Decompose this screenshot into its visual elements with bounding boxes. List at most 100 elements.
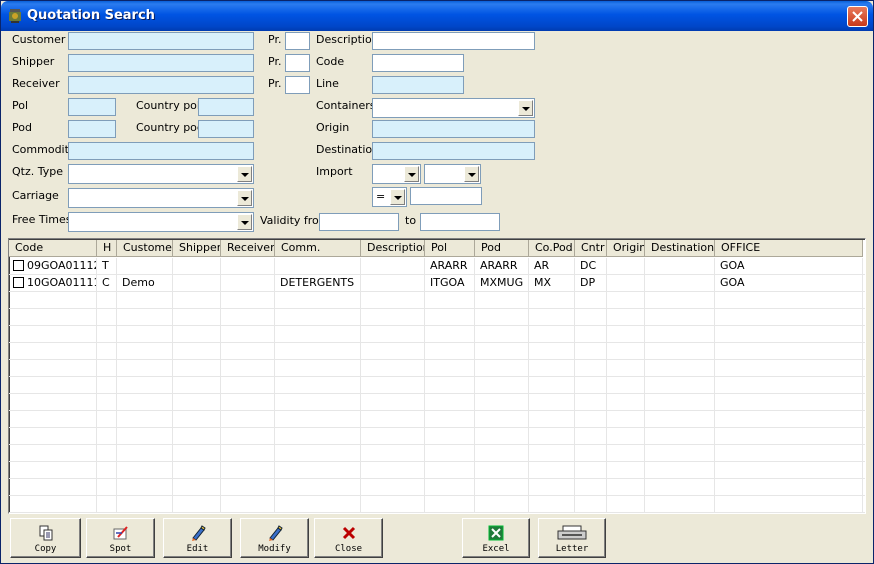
pr-receiver-field[interactable] [285,76,310,94]
validity-to-field[interactable] [420,213,500,231]
table-row[interactable]: 10GOA01111 C Demo DETERGENTS ITGOA MXMUG MX DP G… [9,275,865,292]
country-pod-field[interactable] [198,120,254,138]
excel-button[interactable]: Excel [462,518,530,558]
letter-button[interactable]: Letter [538,518,606,558]
cell-cntr [575,360,607,377]
cell-description [361,445,425,462]
cell-customer [117,428,173,445]
import-operator-select[interactable]: = [372,187,407,207]
column-header-comm[interactable]: Comm. [275,240,361,257]
cell-shipper [173,360,221,377]
column-header-pol[interactable]: Pol [425,240,475,257]
table-row [9,428,865,445]
pol-label: Pol [12,99,29,112]
cell-comm [275,394,361,411]
destination-field[interactable] [372,142,535,160]
edit-button-label: Edit [186,544,209,554]
cell-office [715,309,863,326]
results-grid[interactable]: Code H Customer Shipper Receiver Comm. Descrip… [8,238,866,514]
cell-origin [607,496,645,513]
chevron-down-icon[interactable] [390,189,405,205]
pr-shipper-field[interactable] [285,54,310,72]
cell-h [97,394,117,411]
cell-shipper [173,326,221,343]
modify-button[interactable]: Modify [240,518,309,558]
cell-description [361,394,425,411]
cell-destinations [645,326,715,343]
origin-field[interactable] [372,120,535,138]
table-row [9,496,865,513]
column-header-customer[interactable]: Customer [117,240,173,257]
column-header-code[interactable]: Code [9,240,97,257]
cell-co-pod [529,292,575,309]
cell-customer [117,326,173,343]
containers-select[interactable] [372,98,535,118]
cell-cntr [575,377,607,394]
table-row [9,343,865,360]
description-field[interactable] [372,32,535,50]
column-header-pod[interactable]: Pod [475,240,529,257]
cell-receiver [221,258,275,275]
country-pol-field[interactable] [198,98,254,116]
cell-pod: MXMUG [475,275,529,292]
title-bar[interactable]: Quotation Search [1,1,873,31]
column-header-cntr[interactable]: Cntr [575,240,607,257]
cell-pol: ARARR [425,258,475,275]
column-header-destinations[interactable]: Destinations [645,240,715,257]
cell-office: GOA [715,275,863,292]
cell-receiver [221,309,275,326]
qtz-type-select[interactable] [68,164,254,184]
shipper-field[interactable] [68,54,254,72]
chevron-down-icon[interactable] [518,100,533,116]
cell-origin [607,343,645,360]
close-button[interactable]: Close [314,518,383,558]
cell-customer [117,360,173,377]
chevron-down-icon[interactable] [237,214,252,230]
column-header-co-pod[interactable]: Co.Pod [529,240,575,257]
column-header-h[interactable]: H [97,240,117,257]
cell-code [9,496,97,513]
column-header-origin[interactable]: Origin [607,240,645,257]
free-times-select[interactable] [68,212,254,232]
customer-field[interactable] [68,32,254,50]
import-select-1[interactable] [372,164,421,184]
import-value-field[interactable] [410,187,482,205]
chevron-down-icon[interactable] [237,166,252,182]
cell-office [715,292,863,309]
cell-comm: DETERGENTS [275,275,361,292]
pod-field[interactable] [68,120,116,138]
import-label: Import [316,165,353,178]
code-field[interactable] [372,54,464,72]
cell-cntr [575,292,607,309]
column-header-description[interactable]: Description [361,240,425,257]
validity-from-field[interactable] [319,213,399,231]
edit-button[interactable]: Edit [163,518,232,558]
pol-field[interactable] [68,98,116,116]
row-checkbox[interactable] [13,260,24,271]
chevron-down-icon[interactable] [464,166,479,182]
cell-receiver [221,496,275,513]
receiver-field[interactable] [68,76,254,94]
import-select-2[interactable] [424,164,481,184]
column-header-shipper[interactable]: Shipper [173,240,221,257]
cell-office [715,411,863,428]
chevron-down-icon[interactable] [237,190,252,206]
cell-code [9,411,97,428]
window-close-button[interactable] [847,6,868,27]
commodity-field[interactable] [68,142,254,160]
cell-h [97,377,117,394]
carriage-select[interactable] [68,188,254,208]
cell-customer [117,343,173,360]
chevron-down-icon[interactable] [404,166,419,182]
table-row[interactable]: 09GOA01112 T ARARR ARARR AR DC GOA [9,258,865,275]
copy-button[interactable]: Copy [10,518,81,558]
table-row [9,360,865,377]
line-field[interactable] [372,76,464,94]
pr-customer-field[interactable] [285,32,310,50]
row-checkbox[interactable] [13,277,24,288]
spot-button[interactable]: Spot [86,518,155,558]
excel-button-label: Excel [482,544,510,554]
column-header-receiver[interactable]: Receiver [221,240,275,257]
column-header-office[interactable]: OFFICE [715,240,863,257]
cell-destinations [645,377,715,394]
